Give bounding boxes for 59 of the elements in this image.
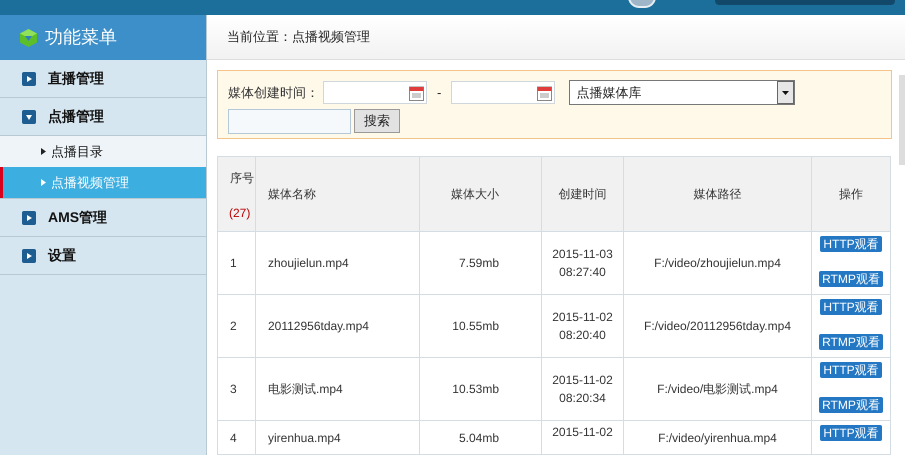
media-name: 电影测试.mp4: [256, 358, 420, 420]
cube-icon: [20, 28, 37, 46]
column-header: 媒体路径: [624, 156, 812, 232]
watch-button[interactable]: HTTP观看: [820, 425, 882, 441]
expand-icon: [22, 110, 36, 124]
watch-button[interactable]: HTTP观看: [820, 362, 882, 378]
media-path: F:/video/电影测试.mp4: [624, 358, 812, 420]
media-name: zhoujielun.mp4: [256, 232, 420, 294]
start-date-field[interactable]: [323, 81, 427, 104]
media-size: 10.55mb: [420, 294, 542, 358]
search-button[interactable]: 搜索: [354, 109, 400, 134]
end-date-field[interactable]: [451, 81, 556, 104]
bullet-icon: [41, 179, 46, 186]
media-size: 7.59mb: [420, 232, 542, 294]
watch-button[interactable]: RTMP观看: [819, 271, 883, 287]
column-header: 媒体名称: [256, 156, 420, 232]
submenu-item[interactable]: 点播视频管理: [0, 167, 206, 198]
sidebar-title: 功能菜单: [45, 26, 117, 49]
watch-button[interactable]: HTTP观看: [820, 236, 882, 252]
calendar-icon: [537, 84, 552, 101]
row-index: 4: [218, 420, 256, 454]
media-path: F:/video/20112956tday.mp4: [624, 294, 812, 358]
collapse-icon: [22, 248, 36, 262]
calendar-icon: [409, 84, 424, 101]
media-path: F:/video/zhoujielun.mp4: [624, 232, 812, 294]
library-select[interactable]: 点播媒体库: [569, 80, 796, 106]
dropdown-icon: [777, 81, 794, 104]
row-count: (27): [229, 205, 252, 222]
menu-item[interactable]: AMS管理: [0, 199, 206, 237]
date-label: 媒体创建时间：: [228, 84, 319, 102]
collapse-icon: [22, 72, 36, 86]
menu-item[interactable]: 直播管理: [0, 60, 206, 98]
media-path: F:/video/yirenhua.mp4: [624, 420, 812, 454]
column-header: 媒体大小: [420, 156, 542, 232]
column-header: 创建时间: [542, 156, 624, 232]
search-field[interactable]: [228, 108, 351, 134]
row-index: 1: [218, 232, 256, 294]
bullet-icon: [41, 148, 46, 155]
created-time: 2015-11-02: [542, 420, 624, 454]
watch-button[interactable]: RTMP观看: [819, 397, 883, 413]
column-header: 操作: [812, 156, 890, 232]
watch-button[interactable]: RTMP观看: [819, 334, 883, 350]
created-time: 2015-11-02 08:20:40: [542, 294, 624, 358]
media-name: yirenhua.mp4: [256, 420, 420, 454]
breadcrumb: 当前位置：点播视频管理: [227, 28, 370, 46]
created-time: 2015-11-03 08:27:40: [542, 232, 624, 294]
collapse-icon: [22, 210, 36, 224]
watch-button[interactable]: HTTP观看: [820, 299, 882, 315]
row-index: 3: [218, 358, 256, 420]
submenu-item[interactable]: 点播目录: [0, 136, 206, 167]
row-index: 2: [218, 294, 256, 358]
media-size: 10.53mb: [420, 358, 542, 420]
created-time: 2015-11-02 08:20:34: [542, 358, 624, 420]
date-separator: -: [437, 84, 442, 102]
media-size: 5.04mb: [420, 420, 542, 454]
media-name: 20112956tday.mp4: [256, 294, 420, 358]
column-header: 序号: [230, 170, 255, 187]
menu-item[interactable]: 设置: [0, 237, 206, 275]
scrollbar[interactable]: [899, 75, 905, 165]
